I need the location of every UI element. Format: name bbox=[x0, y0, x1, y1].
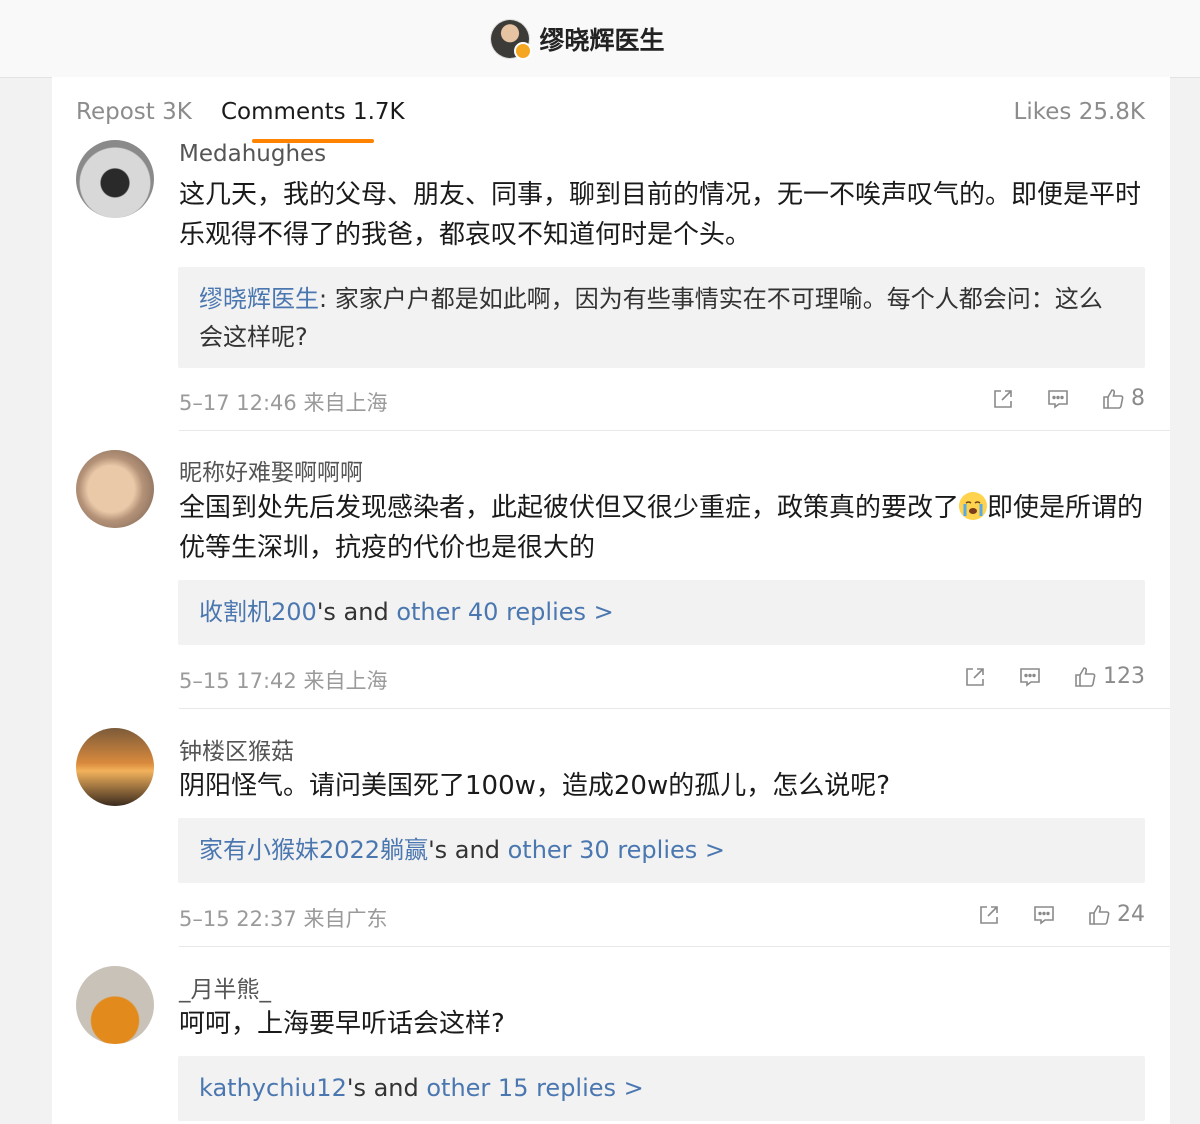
comments-card: Repost 3K Comments 1.7K Likes 25.8K Meda… bbox=[52, 77, 1170, 1124]
share-icon[interactable] bbox=[991, 387, 1015, 411]
like-icon[interactable] bbox=[1073, 665, 1097, 689]
comment-meta: 5–15 22:37 来自广东 bbox=[179, 907, 388, 931]
divider bbox=[179, 946, 1170, 947]
avatar[interactable] bbox=[76, 140, 154, 218]
like-icon[interactable] bbox=[1101, 387, 1125, 411]
tab-bar: Repost 3K Comments 1.7K Likes 25.8K bbox=[52, 77, 1170, 149]
comment-actions: 8 bbox=[991, 386, 1145, 411]
comment-meta: 5–17 12:46 来自上海 bbox=[179, 391, 388, 415]
reply-author-link[interactable]: 缪晓辉医生 bbox=[199, 285, 319, 313]
divider bbox=[179, 430, 1170, 431]
reply-content: : 家家户户都是如此啊，因为有些事情实在不可理喻。每个人都会问：这么会这样呢? bbox=[199, 285, 1103, 351]
comment-username[interactable]: 昵称好难娶啊啊啊 bbox=[179, 453, 363, 487]
reply-joiner: 's and bbox=[428, 836, 508, 864]
crying-emoji-icon bbox=[959, 492, 988, 520]
more-replies-link[interactable]: other 40 replies > bbox=[396, 598, 613, 626]
like-count: 123 bbox=[1103, 664, 1145, 689]
comment-text: 全国到处先后发现感染者，此起彼伏但又很少重症，政策真的要改了 即使是所谓的优等生深… bbox=[179, 488, 1149, 568]
reply-box[interactable]: 缪晓辉医生: 家家户户都是如此啊，因为有些事情实在不可理喻。每个人都会问：这么会… bbox=[178, 267, 1145, 368]
comment-actions: 24 bbox=[977, 902, 1145, 927]
share-icon[interactable] bbox=[977, 903, 1001, 927]
reply-joiner: 's and bbox=[316, 598, 397, 626]
reply-box[interactable]: kathychiu12's and other 15 replies > bbox=[178, 1056, 1145, 1121]
comment-text: 阴阳怪气。请问美国死了100w，造成20w的孤儿，怎么说呢? bbox=[179, 771, 891, 801]
comment-username[interactable]: 钟楼区猴菇 bbox=[179, 732, 294, 766]
comment-icon[interactable] bbox=[1032, 903, 1056, 927]
comment-actions: 123 bbox=[963, 664, 1145, 689]
more-replies-link[interactable]: other 30 replies > bbox=[508, 836, 725, 864]
like-count: 8 bbox=[1131, 386, 1145, 411]
reply-summary: 家有小猴妹2022躺赢's and other 30 replies > bbox=[199, 831, 1119, 869]
verified-badge-icon bbox=[514, 41, 533, 60]
reply-box[interactable]: 家有小猴妹2022躺赢's and other 30 replies > bbox=[178, 818, 1145, 883]
author-avatar[interactable] bbox=[491, 19, 533, 60]
share-icon[interactable] bbox=[963, 665, 987, 689]
reply-text: 缪晓辉医生: 家家户户都是如此啊，因为有些事情实在不可理喻。每个人都会问：这么会… bbox=[199, 280, 1119, 356]
avatar[interactable] bbox=[76, 966, 154, 1044]
reply-user-link[interactable]: 收割机200 bbox=[199, 598, 317, 626]
comment-meta: 5–15 17:42 来自上海 bbox=[179, 669, 388, 693]
comment-icon[interactable] bbox=[1046, 387, 1070, 411]
reply-user-link[interactable]: 家有小猴妹2022躺赢 bbox=[199, 836, 428, 864]
reply-summary: 收割机200's and other 40 replies > bbox=[199, 593, 1119, 631]
avatar[interactable] bbox=[76, 728, 154, 806]
comment-text: 呵呵，上海要早听话会这样? bbox=[179, 1009, 505, 1039]
avatar[interactable] bbox=[76, 450, 154, 528]
comment-text-part: 全国到处先后发现感染者，此起彼伏但又很少重症，政策真的要改了 bbox=[179, 493, 960, 523]
like-count: 24 bbox=[1117, 902, 1145, 927]
comment-text: 这几天，我的父母、朋友、同事，聊到目前的情况，无一不唉声叹气的。即便是平时乐观得… bbox=[179, 180, 1142, 250]
divider bbox=[179, 708, 1170, 709]
comment-icon[interactable] bbox=[1018, 665, 1042, 689]
author-name[interactable]: 缪晓辉医生 bbox=[539, 21, 664, 57]
reply-user-link[interactable]: kathychiu12 bbox=[199, 1074, 347, 1102]
tab-likes[interactable]: Likes 25.8K bbox=[1014, 99, 1145, 125]
reply-joiner: 's and bbox=[346, 1074, 427, 1102]
top-bar: 缪晓辉医生 bbox=[0, 0, 1200, 78]
more-replies-link[interactable]: other 15 replies > bbox=[426, 1074, 643, 1102]
like-icon[interactable] bbox=[1087, 903, 1111, 927]
tab-repost[interactable]: Repost 3K bbox=[76, 99, 192, 125]
reply-summary: kathychiu12's and other 15 replies > bbox=[199, 1069, 1119, 1107]
reply-box[interactable]: 收割机200's and other 40 replies > bbox=[178, 580, 1145, 645]
comment-username[interactable]: _月半熊_ bbox=[179, 970, 271, 1004]
comment-username[interactable]: Medahughes bbox=[179, 141, 326, 167]
tab-comments[interactable]: Comments 1.7K bbox=[221, 99, 405, 125]
